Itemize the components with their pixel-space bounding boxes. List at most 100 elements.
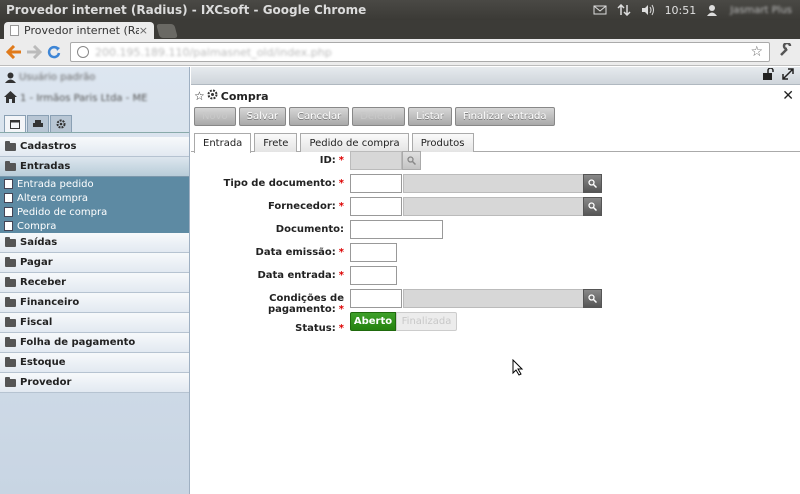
menu-cadastros[interactable]: Cadastros [0,137,189,157]
menu-financeiro[interactable]: Financeiro [0,293,189,313]
form-body: ID: * Tipo de documento: * Fornecedor: * Do… [191,67,800,494]
condicoes-pagamento-description-field [403,289,584,308]
window-title: Provedor internet (Radius) - IXCsoft - G… [6,3,367,17]
browser-tab[interactable]: Provedor internet (Radius × [4,22,154,39]
reload-button[interactable] [44,42,64,62]
form-title: Compra [220,89,269,103]
form-tabs: Entrada Frete Pedido de compra Produtos [191,133,800,153]
menu-folha-de-pagamento[interactable]: Folha de pagamento [0,333,189,353]
required-mark: * [338,323,344,334]
network-icon[interactable] [617,3,631,17]
status-finalizada-toggle[interactable]: Finalizada [396,312,457,331]
fornecedor-code-field[interactable] [350,197,402,216]
finalizar-entrada-button[interactable]: Finalizar entrada [454,107,555,126]
clock[interactable]: 10:51 [665,4,697,17]
gear-icon [56,119,66,129]
menu-label: Fiscal [20,317,53,328]
close-form-icon[interactable]: ✕ [782,88,794,104]
menu-label: Cadastros [20,141,77,152]
menu-item-label: Altera compra [17,192,89,204]
bookmark-star-icon[interactable]: ☆ [750,44,763,60]
new-tab-button[interactable] [156,24,178,38]
os-title-bar: Provedor internet (Radius) - IXCsoft - G… [0,0,800,20]
window-icon [10,119,20,129]
folder-icon [5,296,16,307]
menu-entradas[interactable]: Entradas [0,157,189,177]
menu-item-compra[interactable]: Compra [0,219,189,233]
user-icon [5,72,16,83]
tipo-documento-label-text: Tipo de documento: [223,178,336,189]
menu-label: Receber [20,277,67,288]
menu-item-entrada-pedido[interactable]: Entrada pedido [0,177,189,191]
tipo-documento-code-field[interactable] [350,174,402,193]
maximize-icon[interactable] [782,68,794,83]
tipo-documento-search-icon[interactable] [583,174,602,193]
sidebar-panel-tabs [0,115,189,133]
menu-label: Financeiro [20,297,80,308]
fornecedor-search-icon[interactable] [583,197,602,216]
tab-menu[interactable] [4,115,26,132]
mouse-cursor-icon [512,359,524,376]
tab-frete[interactable]: Frete [254,133,298,152]
wrench-menu-icon[interactable] [776,41,796,61]
fornecedor-label-text: Fornecedor: [267,201,336,212]
fornecedor-description-field [403,197,584,216]
condicoes-pagamento-code-field[interactable] [350,289,402,308]
deletar-button[interactable]: Deletar [352,107,406,126]
id-search-icon[interactable] [402,151,421,170]
data-entrada-field[interactable] [350,266,397,285]
sidebar-company-name: 1 - Irmãos Paris Ltda - ME [20,93,148,104]
home-icon[interactable] [4,90,17,107]
documento-field[interactable] [350,220,443,239]
forward-button[interactable] [24,42,44,62]
menu-fiscal[interactable]: Fiscal [0,313,189,333]
gear-icon[interactable] [207,89,218,103]
sidebar-user: Usuário padrão [0,67,189,88]
documento-label-text: Documento: [275,224,344,235]
menu-item-altera-compra[interactable]: Altera compra [0,191,189,205]
tab-pedido-de-compra[interactable]: Pedido de compra [300,133,409,152]
tab-settings[interactable] [50,115,72,132]
tab-entrada[interactable]: Entrada [194,133,252,153]
menu-estoque[interactable]: Estoque [0,353,189,373]
mail-icon[interactable] [593,4,607,16]
volume-icon[interactable] [641,4,655,16]
folder-icon [5,336,16,347]
novo-button[interactable]: Novo [194,107,236,126]
unlock-icon[interactable] [762,67,774,83]
sidebar-company: 1 - Irmãos Paris Ltda - ME [0,88,189,109]
data-entrada-label-text: Data entrada: [257,270,336,281]
form-header: ☆ Compra ✕ [191,85,800,107]
close-tab-icon[interactable]: × [139,24,148,37]
menu-label: Saídas [20,237,58,248]
required-mark: * [338,304,344,315]
menu-saidas[interactable]: Saídas [0,233,189,253]
back-button[interactable] [4,42,24,62]
id-field[interactable] [350,151,402,170]
user-name[interactable]: Jasmart Plus [730,5,792,16]
data-emissao-field[interactable] [350,243,397,262]
required-mark: * [338,247,344,258]
entradas-submenu: Entrada pedido Altera compra Pedido de c… [0,177,189,233]
menu-item-pedido-de-compra[interactable]: Pedido de compra [0,205,189,219]
tab-print[interactable] [27,115,49,132]
menu-provedor[interactable]: Provedor [0,373,189,393]
status-aberto-toggle[interactable]: Aberto [350,312,396,331]
address-bar[interactable]: 200.195.189.110/palmasnet_old/index.php … [70,42,770,62]
listar-button[interactable]: Listar [408,107,452,126]
data-emissao-label: Data emissão: * [191,247,344,258]
favorite-star-icon[interactable]: ☆ [194,89,205,103]
user-icon[interactable] [706,4,720,16]
menu-pagar[interactable]: Pagar [0,253,189,273]
cancelar-button[interactable]: Cancelar [289,107,350,126]
tab-produtos[interactable]: Produtos [411,133,474,152]
site-info-icon[interactable] [77,46,89,58]
browser-toolbar: 200.195.189.110/palmasnet_old/index.php … [0,39,800,66]
condicoes-pagamento-label: Condições de pagamento: * [191,293,344,315]
menu-receber[interactable]: Receber [0,273,189,293]
folder-icon [5,276,16,287]
required-mark: * [338,270,344,281]
condicoes-pagamento-search-icon[interactable] [583,289,602,308]
menu-item-label: Entrada pedido [17,178,94,190]
salvar-button[interactable]: Salvar [238,107,287,126]
